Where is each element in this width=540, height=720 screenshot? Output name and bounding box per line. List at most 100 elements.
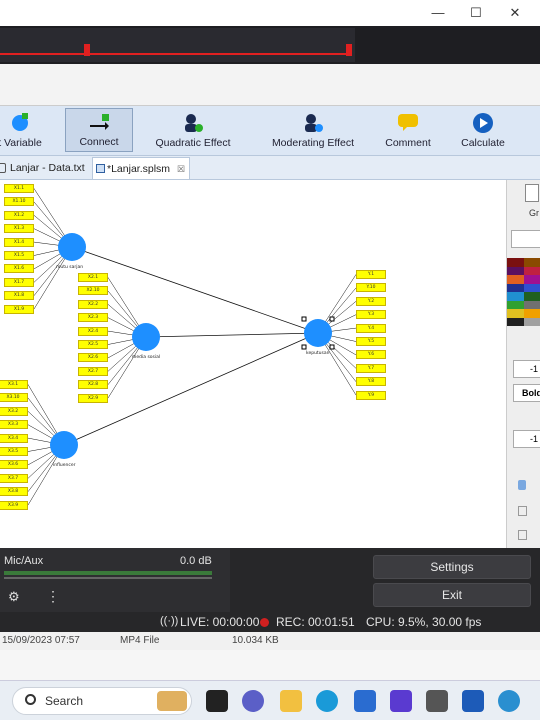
indicator-box[interactable]: X2.9 xyxy=(78,393,108,403)
indicator-box[interactable]: Y.6 xyxy=(356,350,386,360)
indicator-box[interactable]: Y.4 xyxy=(356,323,386,333)
indicator-box[interactable]: X3.10 xyxy=(0,393,28,403)
indicator-box[interactable]: X2.2 xyxy=(78,299,108,309)
indicator-box[interactable]: Y.9 xyxy=(356,390,386,400)
model-canvas[interactable]: mutu sarjan media sosial influencer kepu… xyxy=(0,180,506,548)
indicator-box[interactable]: X1.3 xyxy=(4,224,34,234)
indicator-box[interactable]: X1.6 xyxy=(4,264,34,274)
palette-swatch[interactable] xyxy=(524,275,540,284)
app-icon[interactable] xyxy=(390,690,412,712)
palette-swatch[interactable] xyxy=(507,275,524,284)
indicator-box[interactable]: X2.1 xyxy=(78,273,108,282)
indicator-box[interactable]: X2.10 xyxy=(78,286,108,296)
maximize-button[interactable]: ☐ xyxy=(464,4,488,22)
toolbar-calculate[interactable]: Calculate xyxy=(456,108,510,152)
task-view-icon[interactable] xyxy=(206,690,228,712)
palette-swatch[interactable] xyxy=(524,258,540,267)
tab-data-file[interactable]: Lanjar - Data.txt xyxy=(0,157,88,179)
camera-icon[interactable] xyxy=(426,690,448,712)
timeline-end-marker[interactable] xyxy=(346,44,352,56)
indicator-box[interactable]: X3.5 xyxy=(0,447,28,456)
file-explorer-icon[interactable] xyxy=(280,690,302,712)
palette-swatch[interactable] xyxy=(507,292,524,301)
align-icon[interactable] xyxy=(518,506,527,516)
indicator-box[interactable]: X1.7 xyxy=(4,277,34,287)
indicator-box[interactable]: Y.10 xyxy=(356,283,386,293)
palette-swatch[interactable] xyxy=(507,266,524,275)
indicator-box[interactable]: X3.3 xyxy=(0,420,28,430)
gear-icon[interactable]: ⚙ xyxy=(8,589,20,605)
indicator-box[interactable]: X2.5 xyxy=(78,340,108,349)
indicator-box[interactable]: X1.9 xyxy=(4,304,34,314)
tab-close-icon[interactable]: ☒ xyxy=(177,164,185,174)
distribute-icon[interactable] xyxy=(518,530,527,540)
path-x1-y[interactable] xyxy=(71,246,319,334)
indicator-box[interactable]: X2.6 xyxy=(78,353,108,363)
indicator-box[interactable]: X1.1 xyxy=(4,184,34,193)
font-style-select[interactable]: Bold xyxy=(513,384,540,402)
layer-icon[interactable] xyxy=(518,480,526,490)
indicator-box[interactable]: Y.2 xyxy=(356,296,386,306)
indicator-box[interactable]: X3.9 xyxy=(0,500,28,510)
palette-swatch[interactable] xyxy=(507,317,524,326)
spinner-2[interactable]: -1 xyxy=(513,430,540,448)
close-button[interactable]: ✕ xyxy=(503,4,527,22)
indicator-box[interactable]: X3.8 xyxy=(0,487,28,497)
chat-icon[interactable] xyxy=(242,690,264,712)
indicator-box[interactable]: X1.5 xyxy=(4,251,34,260)
indicator-box[interactable]: X2.8 xyxy=(78,380,108,390)
toolbar-moderating-effect[interactable]: Moderating Effect xyxy=(268,108,358,152)
indicator-box[interactable]: X2.7 xyxy=(78,366,108,376)
tab-model-file[interactable]: *Lanjar.splsm ☒ xyxy=(92,157,190,179)
edge-browser-icon[interactable] xyxy=(316,690,338,712)
exit-button[interactable]: Exit xyxy=(373,583,531,607)
construct-influencer[interactable] xyxy=(50,431,78,459)
toolbar-latent-variable[interactable]: t Variable xyxy=(0,108,46,152)
indicator-box[interactable]: X3.6 xyxy=(0,460,28,470)
timeline-marker[interactable] xyxy=(84,44,90,56)
indicator-box[interactable]: Y.8 xyxy=(356,377,386,387)
palette-swatch[interactable] xyxy=(524,309,540,318)
indicator-box[interactable]: Y.3 xyxy=(356,310,386,320)
volume-slider[interactable] xyxy=(4,577,212,579)
path-x2-y[interactable] xyxy=(145,332,319,338)
palette-swatch[interactable] xyxy=(524,317,540,326)
palette-swatch[interactable] xyxy=(524,283,540,292)
construct-keputusan[interactable] xyxy=(304,319,332,347)
color-palette[interactable] xyxy=(507,258,540,328)
palette-swatch[interactable] xyxy=(524,300,540,309)
palette-swatch[interactable] xyxy=(524,292,540,301)
construct-media-sosial[interactable] xyxy=(132,323,160,351)
settings-button[interactable]: Settings xyxy=(373,555,531,579)
palette-swatch[interactable] xyxy=(507,309,524,318)
property-input[interactable] xyxy=(511,230,540,248)
indicator-box[interactable]: X3.7 xyxy=(0,473,28,483)
indicator-box[interactable]: X3.2 xyxy=(0,406,28,416)
toolbar-comment[interactable]: Comment xyxy=(380,108,436,152)
word-icon[interactable] xyxy=(462,690,484,712)
minimize-button[interactable]: — xyxy=(426,4,450,22)
palette-swatch[interactable] xyxy=(507,258,524,267)
indicator-box[interactable]: X1.4 xyxy=(4,237,34,247)
indicator-box[interactable]: Y.5 xyxy=(356,337,386,346)
indicator-box[interactable]: X1.10 xyxy=(4,197,34,207)
more-options-icon[interactable]: ⋮ xyxy=(46,588,60,605)
indicator-box[interactable]: X2.3 xyxy=(78,313,108,323)
indicator-box[interactable]: X3.4 xyxy=(0,433,28,443)
palette-swatch[interactable] xyxy=(524,266,540,275)
indicator-box[interactable]: Y.7 xyxy=(356,363,386,373)
indicator-box[interactable]: Y.1 xyxy=(356,270,386,279)
indicator-box[interactable]: X1.8 xyxy=(4,291,34,301)
indicator-box[interactable]: X3.1 xyxy=(0,380,28,389)
palette-swatch[interactable] xyxy=(507,283,524,292)
taskbar-search[interactable]: Search xyxy=(12,687,192,715)
spinner-1[interactable]: -1 xyxy=(513,360,540,378)
store-icon[interactable] xyxy=(354,690,376,712)
toolbar-connect[interactable]: Connect xyxy=(65,108,133,152)
palette-swatch[interactable] xyxy=(507,300,524,309)
smartpls-icon[interactable] xyxy=(498,690,520,712)
file-details-row[interactable]: 15/09/2023 07:57 MP4 File 10.034 KB xyxy=(0,632,540,650)
construct-mutu-sarjan[interactable] xyxy=(58,233,86,261)
indicator-box[interactable]: X1.2 xyxy=(4,210,34,220)
indicator-box[interactable]: X2.4 xyxy=(78,326,108,336)
